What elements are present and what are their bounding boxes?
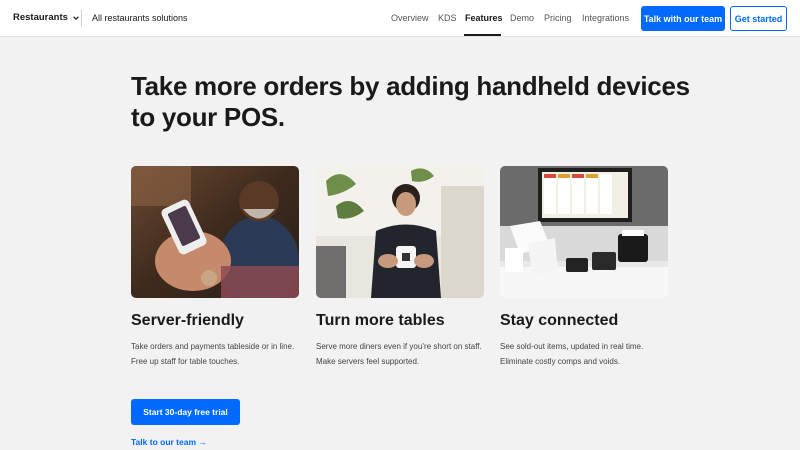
- get-started-button[interactable]: Get started: [730, 6, 787, 31]
- server-handheld-photo: [131, 166, 299, 298]
- nav-kds[interactable]: KDS: [438, 13, 457, 23]
- nav-features[interactable]: Features: [465, 13, 503, 23]
- start-free-trial-button[interactable]: Start 30-day free trial: [131, 399, 240, 425]
- nav-overview[interactable]: Overview: [391, 13, 429, 23]
- kitchen-display-photo: [500, 166, 668, 298]
- card-title: Turn more tables: [316, 312, 445, 329]
- all-solutions-link[interactable]: All restaurants solutions: [92, 13, 188, 23]
- restaurants-menu[interactable]: Restaurants: [13, 12, 80, 23]
- nav-divider: [81, 10, 82, 27]
- nav-integrations[interactable]: Integrations: [582, 13, 629, 23]
- card-description: Take orders and payments tableside or in…: [131, 342, 295, 366]
- restaurants-menu-label: Restaurants: [13, 12, 68, 23]
- active-tab-indicator: [464, 34, 501, 36]
- server-with-reader-photo: [316, 166, 484, 298]
- card-title: Server-friendly: [131, 312, 244, 329]
- page-headline: Take more orders by adding handheld devi…: [131, 71, 690, 132]
- nav-demo[interactable]: Demo: [510, 13, 534, 23]
- card-description: Serve more diners even if you’re short o…: [316, 342, 482, 366]
- card-title: Stay connected: [500, 312, 619, 329]
- talk-with-team-button[interactable]: Talk with our team: [641, 6, 725, 31]
- chevron-down-icon: [73, 15, 79, 20]
- card-description: See sold-out items, updated in real time…: [500, 342, 644, 366]
- top-nav-bar: Restaurants All restaurants solutions Ov…: [0, 0, 800, 37]
- nav-pricing[interactable]: Pricing: [544, 13, 572, 23]
- talk-to-team-link[interactable]: Talk to our team →: [131, 437, 207, 447]
